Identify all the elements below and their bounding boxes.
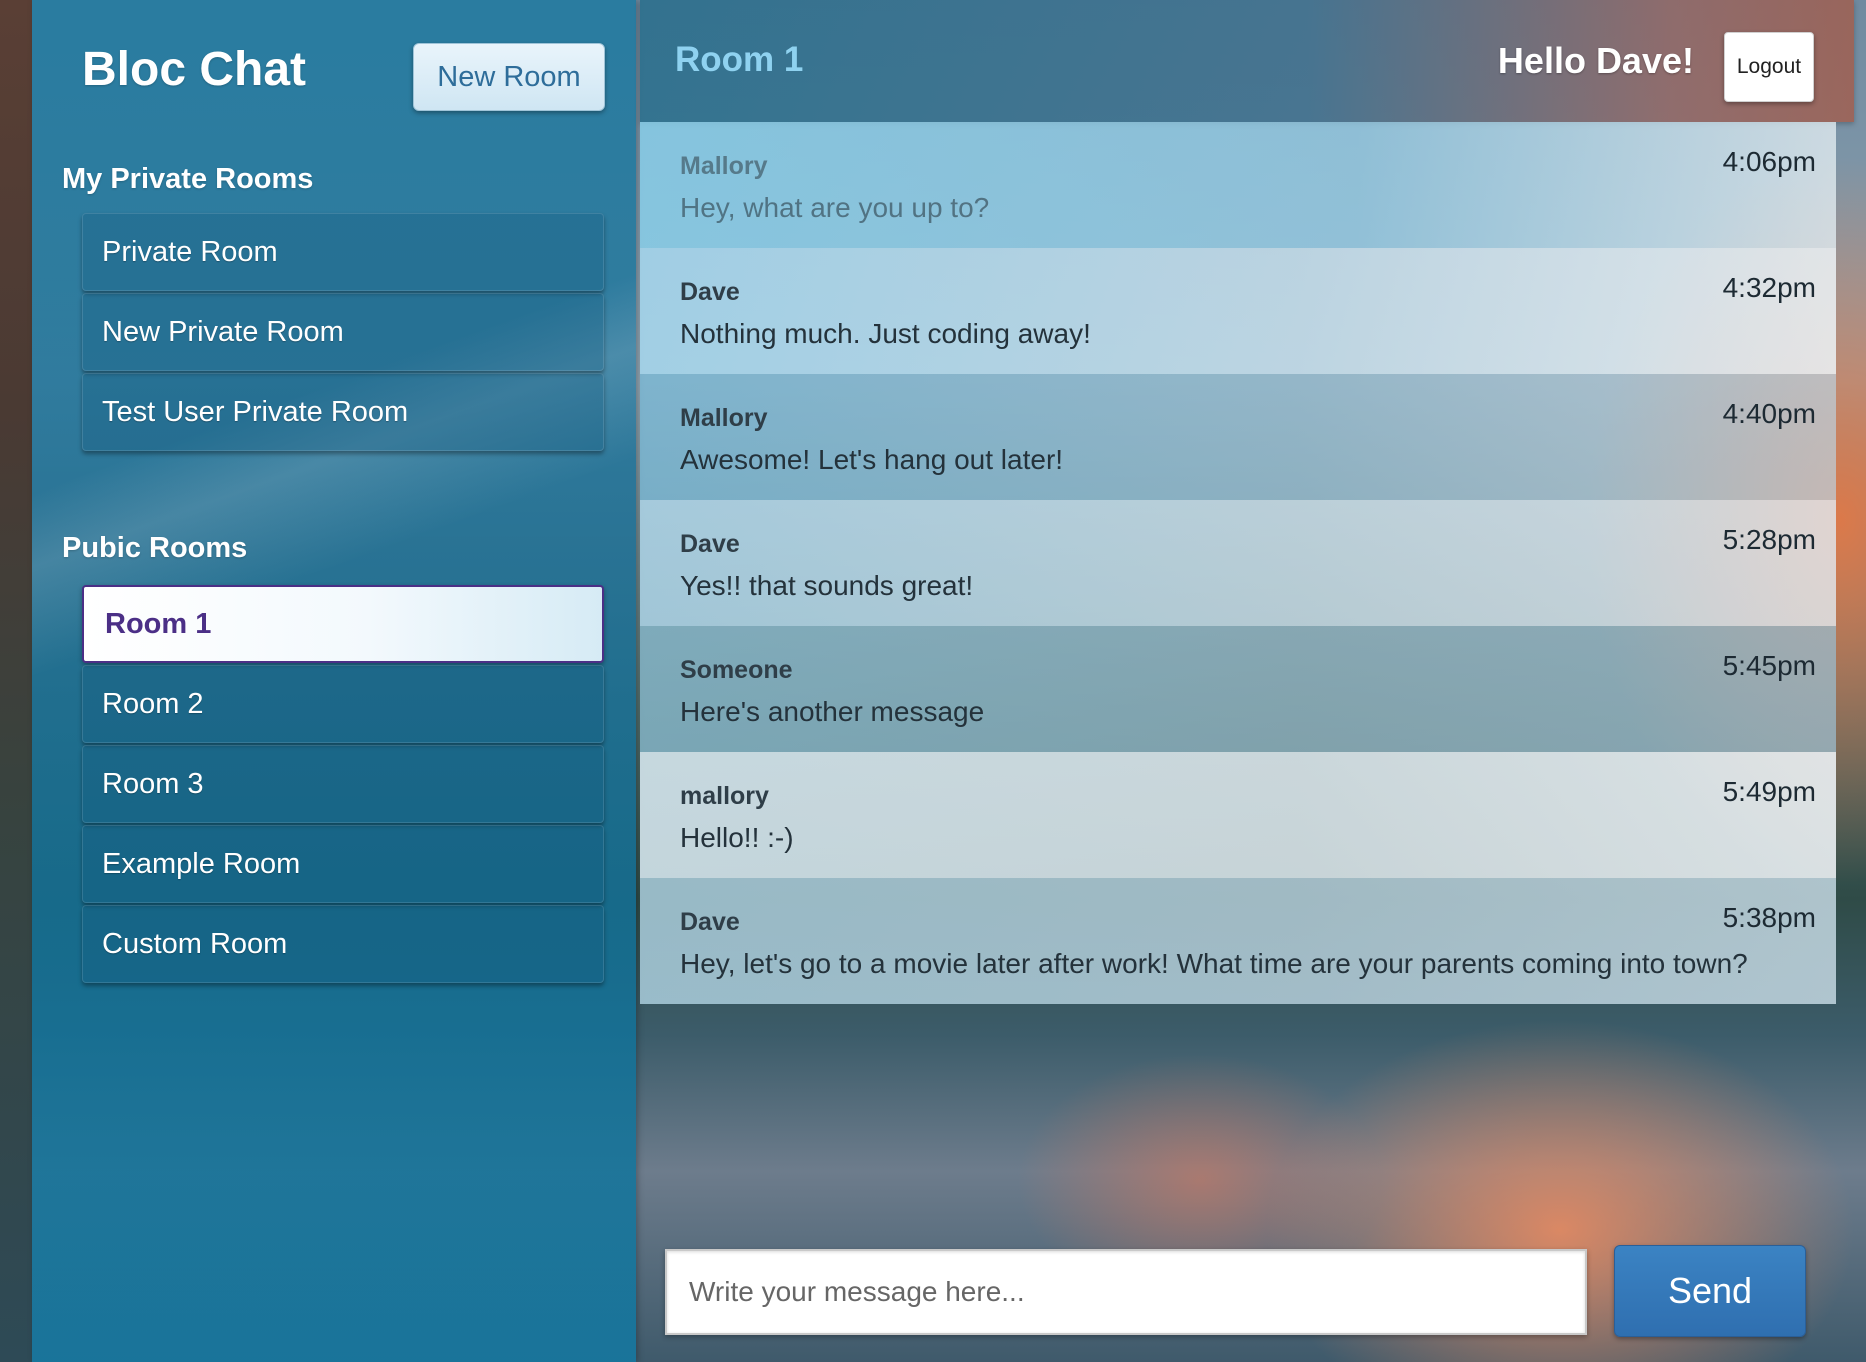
message-input[interactable]: [665, 1249, 1587, 1335]
private-room-item[interactable]: New Private Room: [82, 293, 604, 371]
message-list: Mallory Hey, what are you up to? 4:06pm …: [640, 122, 1836, 1004]
send-button[interactable]: Send: [1614, 1245, 1806, 1337]
message-item: Mallory Hey, what are you up to? 4:06pm: [640, 122, 1836, 248]
message-item: Mallory Awesome! Let's hang out later! 4…: [640, 374, 1836, 500]
private-room-list: Private Room New Private Room Test User …: [82, 213, 604, 453]
message-item: mallory Hello!! :-) 5:49pm: [640, 752, 1836, 878]
public-rooms-heading: Pubic Rooms: [62, 532, 248, 564]
message-timestamp: 4:06pm: [1722, 146, 1816, 177]
message-text: Yes!! that sounds great!: [680, 570, 974, 601]
message-text: Nothing much. Just coding away!: [680, 318, 1091, 349]
message-item: Someone Here's another message 5:45pm: [640, 626, 1836, 752]
message-timestamp: 5:38pm: [1722, 902, 1816, 933]
private-room-item[interactable]: Test User Private Room: [82, 373, 604, 451]
private-room-item[interactable]: Private Room: [82, 213, 604, 291]
logout-button[interactable]: Logout: [1724, 32, 1814, 102]
message-username: Dave: [680, 278, 740, 306]
new-room-button[interactable]: New Room: [413, 43, 605, 111]
background-edge: [0, 0, 32, 1362]
message-username: Dave: [680, 908, 740, 936]
message-item: Dave Yes!! that sounds great! 5:28pm: [640, 500, 1836, 626]
message-username: Someone: [680, 656, 793, 684]
current-room-title: Room 1: [675, 40, 804, 79]
public-room-item[interactable]: Room 2: [82, 665, 604, 743]
message-username: Mallory: [680, 152, 768, 180]
message-text: Hey, what are you up to?: [680, 192, 990, 223]
message-timestamp: 4:32pm: [1722, 272, 1816, 303]
private-rooms-heading: My Private Rooms: [62, 163, 314, 195]
app-title: Bloc Chat: [82, 43, 307, 96]
message-timestamp: 5:45pm: [1722, 650, 1816, 681]
message-item: Dave Hey, let's go to a movie later afte…: [640, 878, 1836, 1004]
public-room-item-active[interactable]: Room 1: [82, 585, 604, 663]
message-username: Mallory: [680, 404, 768, 432]
public-room-item[interactable]: Room 3: [82, 745, 604, 823]
message-text: Awesome! Let's hang out later!: [680, 444, 1064, 475]
message-text: Hey, let's go to a movie later after wor…: [680, 948, 1748, 979]
message-timestamp: 5:28pm: [1722, 524, 1816, 555]
message-timestamp: 4:40pm: [1722, 398, 1816, 429]
message-text: Hello!! :-): [680, 822, 794, 853]
message-username: mallory: [680, 782, 769, 810]
message-username: Dave: [680, 530, 740, 558]
public-room-item[interactable]: Custom Room: [82, 905, 604, 983]
public-room-list: Room 1 Room 2 Room 3 Example Room Custom…: [82, 585, 604, 985]
message-text: Here's another message: [680, 696, 985, 727]
public-room-item[interactable]: Example Room: [82, 825, 604, 903]
user-greeting: Hello Dave!: [1497, 40, 1694, 81]
message-item: Dave Nothing much. Just coding away! 4:3…: [640, 248, 1836, 374]
message-timestamp: 5:49pm: [1722, 776, 1816, 807]
